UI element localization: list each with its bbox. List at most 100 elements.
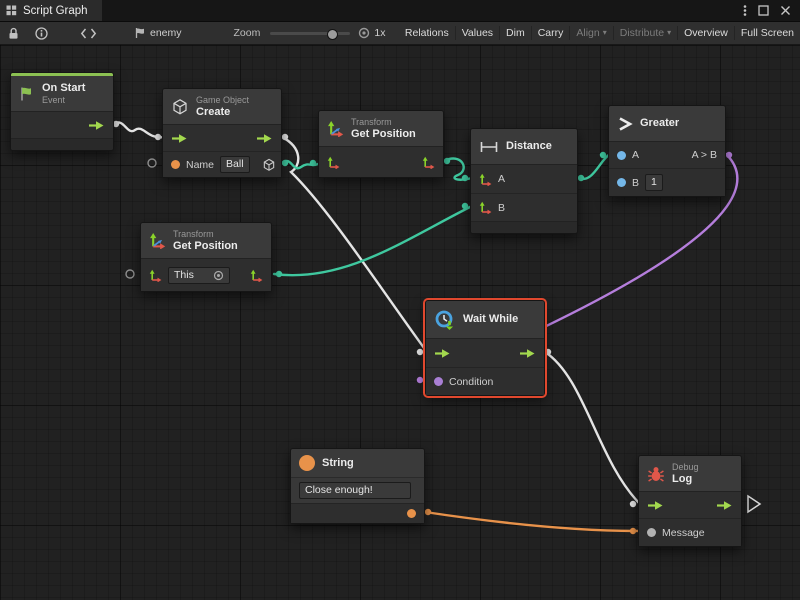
node-wait-while[interactable]: Wait While Condition: [425, 300, 545, 396]
overview-button[interactable]: Overview: [678, 22, 734, 44]
port-b-label: B: [498, 202, 505, 214]
flow-out-port[interactable]: [256, 133, 273, 144]
info-icon[interactable]: [32, 27, 51, 40]
window-menu-icon[interactable]: [743, 4, 747, 17]
zoom-label: Zoom: [234, 27, 261, 39]
zoom-slider[interactable]: [270, 22, 350, 44]
node-title: Greater: [640, 117, 679, 130]
lock-icon[interactable]: [5, 27, 22, 40]
output-label: A > B: [692, 149, 717, 161]
string-value-field[interactable]: Close enough!: [299, 482, 411, 499]
zoom-slider-handle[interactable]: [327, 29, 338, 40]
window-controls: [743, 4, 800, 17]
zoom-value: 1x: [374, 27, 385, 39]
node-get-position-top[interactable]: Transform Get Position: [318, 110, 444, 178]
game-object-out-port[interactable]: [262, 158, 276, 172]
flow-out-port[interactable]: [716, 500, 733, 511]
flow-in-port[interactable]: [434, 348, 451, 359]
flow-out-port[interactable]: [88, 120, 105, 131]
graph-toolbar: enemy Zoom 1x Relations Values Dim Carry…: [0, 22, 800, 45]
node-title: Get Position: [351, 128, 416, 141]
transform-icon: [149, 232, 166, 249]
dim-button[interactable]: Dim: [500, 22, 531, 44]
name-port-label: Name: [186, 159, 214, 171]
message-in-port[interactable]: [647, 528, 656, 537]
self-target-field[interactable]: This: [168, 267, 230, 284]
node-category: Game Object: [196, 95, 249, 106]
name-input-port[interactable]: [171, 160, 180, 169]
node-game-object-create[interactable]: Game Object Create Name Ball: [162, 88, 282, 178]
node-footer: [471, 221, 577, 233]
node-title: Distance: [506, 140, 552, 153]
graph-target[interactable]: enemy: [134, 27, 182, 39]
window-title: Script Graph: [23, 5, 88, 17]
dropdown-caret-icon: ▾: [667, 29, 671, 37]
flow-in-port[interactable]: [647, 500, 664, 511]
condition-in-port[interactable]: [434, 377, 443, 386]
node-title: Get Position: [173, 240, 238, 253]
dropdown-caret-icon: ▾: [603, 29, 607, 37]
node-category: Transform: [173, 229, 238, 240]
bug-icon: [647, 465, 665, 483]
node-on-start-event[interactable]: On Start Event: [10, 72, 114, 151]
vector3-out-port[interactable]: [250, 269, 263, 282]
node-greater[interactable]: Greater A A > B B 1: [608, 105, 726, 197]
target-icon: [213, 270, 224, 281]
ruler-icon: [479, 140, 499, 154]
carry-button[interactable]: Carry: [532, 22, 570, 44]
condition-label: Condition: [449, 376, 493, 388]
node-title: Create: [196, 106, 249, 119]
node-subtitle: Event: [42, 95, 85, 106]
wire-string-to-message[interactable]: [425, 512, 640, 531]
wire-waitwhile-to-log[interactable]: [545, 352, 640, 504]
distribute-button[interactable]: Distribute▾: [614, 22, 677, 44]
script-graph-window: Script Graph enemy: [0, 0, 800, 600]
code-view-icon[interactable]: [77, 28, 100, 39]
port-b-label: B: [632, 177, 639, 189]
flow-out-port[interactable]: [519, 348, 536, 359]
wire-getposition-to-distance-b[interactable]: [274, 206, 472, 275]
string-out-port[interactable]: [407, 509, 416, 518]
graph-asset-icon: [134, 27, 146, 39]
b-value-field[interactable]: 1: [645, 174, 663, 191]
zoom-value-group: 1x: [358, 27, 385, 39]
node-category: Transform: [351, 117, 416, 128]
align-button[interactable]: Align▾: [570, 22, 612, 44]
flow-in-port[interactable]: [171, 133, 188, 144]
message-label: Message: [662, 527, 705, 539]
node-category: Debug: [672, 462, 699, 473]
node-debug-log[interactable]: Debug Log Message: [638, 455, 742, 547]
full-screen-button[interactable]: Full Screen: [735, 22, 800, 44]
transform-icon: [327, 120, 344, 137]
string-icon: [299, 455, 315, 471]
close-icon[interactable]: [780, 5, 791, 16]
unconnected-port-indicator[interactable]: [126, 270, 134, 278]
port-a-label: A: [632, 149, 639, 161]
node-get-position-left[interactable]: Transform Get Position This: [140, 222, 272, 292]
cube-icon: [171, 98, 189, 116]
wire-distance-to-greater[interactable]: [578, 154, 610, 179]
input-b-port[interactable]: [617, 178, 626, 187]
graph-tab-icon: [6, 5, 17, 16]
vector3-out-port[interactable]: [422, 156, 435, 169]
node-string-literal[interactable]: String Close enough!: [290, 448, 425, 524]
values-button[interactable]: Values: [456, 22, 499, 44]
title-bar: Script Graph: [0, 0, 800, 22]
tab-script-graph[interactable]: Script Graph: [0, 0, 102, 21]
vector3-in-port-b[interactable]: [479, 201, 492, 214]
node-distance[interactable]: Distance A B: [470, 128, 578, 234]
transform-in-port[interactable]: [149, 269, 162, 282]
zoom-reset-icon[interactable]: [358, 27, 370, 39]
node-title: String: [322, 457, 354, 470]
zoom-slider-track: [270, 32, 350, 35]
greater-than-icon: [617, 116, 633, 132]
input-a-port[interactable]: [617, 151, 626, 160]
relations-button[interactable]: Relations: [399, 22, 455, 44]
name-value-field[interactable]: Ball: [220, 156, 250, 173]
transform-in-port[interactable]: [327, 156, 340, 169]
vector3-in-port-a[interactable]: [479, 173, 492, 186]
graph-target-label: enemy: [150, 27, 182, 39]
unconnected-port-indicator[interactable]: [148, 159, 156, 167]
play-triangle-icon: [748, 496, 760, 512]
maximize-icon[interactable]: [758, 5, 769, 16]
